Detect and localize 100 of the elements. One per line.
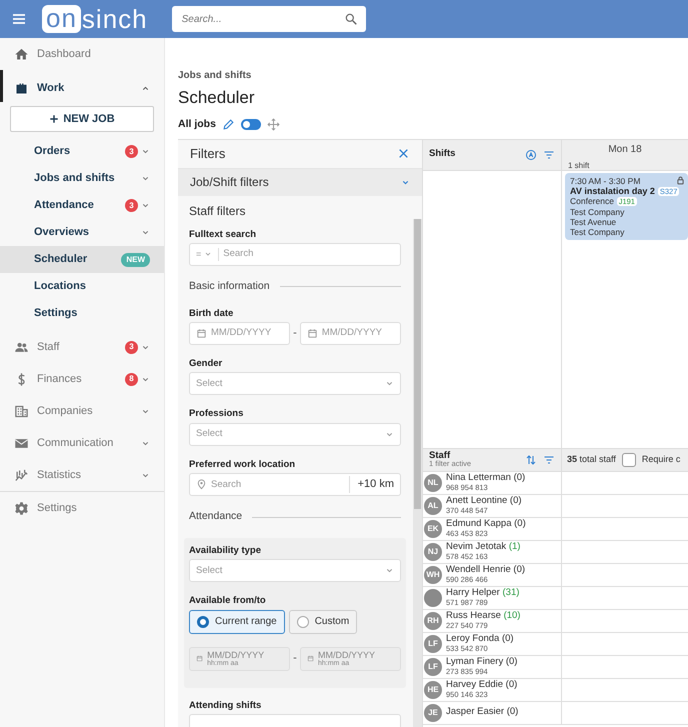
new-job-button[interactable]: NEW JOB xyxy=(10,106,154,132)
radius-value[interactable]: +10 km xyxy=(348,476,394,493)
staff-name[interactable]: Wendell Henrie (0) xyxy=(446,564,526,576)
nav-link[interactable]: Work xyxy=(0,70,164,102)
filter-icon[interactable] xyxy=(543,148,555,160)
nav-link[interactable]: Attendance 3 xyxy=(0,192,164,219)
field-label: Birth date xyxy=(189,308,234,320)
search-input[interactable]: Search xyxy=(223,247,394,262)
avatar-initials: NJ xyxy=(424,542,442,560)
panel-title: Filters xyxy=(190,144,226,163)
date-input[interactable]: MM/DD/YYYY xyxy=(322,326,394,341)
settings-icon xyxy=(14,500,29,516)
radio-option[interactable]: Current range xyxy=(189,610,285,634)
shift-time: 7:30 AM - 3:30 PM xyxy=(570,176,642,186)
staff-name[interactable]: Harvey Eddie (0) xyxy=(446,680,518,691)
toggle-switch[interactable] xyxy=(240,119,261,130)
select-input[interactable]: Select xyxy=(196,564,381,578)
section-heading: Attendance xyxy=(189,509,401,525)
select-input[interactable]: Select xyxy=(196,427,381,442)
accordion-header[interactable]: Job/Shift filters xyxy=(178,168,422,196)
page-title: Scheduler xyxy=(178,87,256,109)
staff-name[interactable]: Russ Hearse (10) xyxy=(446,610,520,622)
menu-icon[interactable] xyxy=(11,11,27,27)
close-icon[interactable] xyxy=(397,147,410,160)
nav-link[interactable]: Statistics xyxy=(0,459,164,491)
nav-link[interactable]: Staff 3 xyxy=(0,331,164,363)
select-field[interactable]: Select xyxy=(189,422,401,446)
column-title: Shifts xyxy=(429,147,456,162)
staff-name[interactable]: Nina Letterman (0) xyxy=(446,472,526,484)
location-pin-icon xyxy=(196,479,207,490)
avatar-initials: LF xyxy=(424,658,442,676)
avatar-initials: NL xyxy=(424,474,442,492)
staff-name[interactable]: Anett Leontine (0) xyxy=(446,496,522,507)
nav-link[interactable]: Communication xyxy=(0,427,164,459)
nav-link[interactable]: Settings xyxy=(0,300,164,327)
field-label: Fulltext search xyxy=(189,228,258,240)
field-label: Professions xyxy=(189,408,244,420)
pencil-icon[interactable] xyxy=(222,118,235,131)
breadcrumb[interactable]: Jobs and shifts xyxy=(178,68,688,83)
new-badge: NEW xyxy=(121,252,150,266)
count-badge: 3 xyxy=(125,145,138,158)
briefcase-icon xyxy=(14,80,29,96)
nav-link[interactable]: Jobs and shifts xyxy=(0,165,164,192)
shift-type: Conference xyxy=(570,196,614,207)
filter-icon[interactable] xyxy=(543,454,555,466)
nav-link[interactable]: Orders 3 xyxy=(0,138,164,165)
scrollbar[interactable] xyxy=(413,218,422,727)
staff-name[interactable]: Harry Helper (31) xyxy=(446,588,520,599)
avatar-initials: JE xyxy=(424,704,442,722)
building-icon xyxy=(14,404,29,418)
staff-name[interactable]: Jasper Easier (0) xyxy=(446,707,518,718)
select-field[interactable]: Select xyxy=(189,372,401,396)
shift-detail: Test Company xyxy=(570,227,626,238)
nav-link[interactable]: Overviews xyxy=(0,219,164,246)
field-label: Available from/to xyxy=(189,595,267,607)
radio-option[interactable]: Custom xyxy=(288,610,358,634)
nav-link[interactable]: Settings xyxy=(0,492,164,524)
checkbox[interactable] xyxy=(622,452,636,466)
staff-name[interactable]: Leroy Fonda (0) xyxy=(446,634,514,645)
search-icon xyxy=(344,12,358,26)
section-title: Staff filters xyxy=(189,202,246,220)
nav-link[interactable]: Scheduler NEW xyxy=(0,246,164,273)
shift-count: 1 shift xyxy=(567,160,590,172)
count-badge: 3 xyxy=(125,199,138,212)
nav-link[interactable]: Companies xyxy=(0,395,164,427)
staff-name[interactable]: Lyman Finery (0) xyxy=(446,656,518,668)
date-input[interactable]: MM/DD/YYYY xyxy=(211,326,284,341)
staff-total: 35 total staff xyxy=(567,452,616,466)
select-input[interactable]: Select xyxy=(196,376,381,392)
section-heading: Basic information xyxy=(189,278,401,295)
field-label: Preferred work location xyxy=(189,458,296,470)
view-name: All jobs xyxy=(178,116,216,132)
select-field[interactable]: Select xyxy=(189,559,401,582)
field-label: Availability type xyxy=(189,544,262,556)
sort-icon[interactable] xyxy=(525,454,537,466)
date-field[interactable]: MM/DD/YYYY xyxy=(189,322,290,346)
chevron-icon xyxy=(204,250,212,258)
staff-name[interactable]: Edmund Kappa (0) xyxy=(446,518,526,530)
search-field[interactable]: Search... xyxy=(172,6,366,32)
circled-a-icon[interactable] xyxy=(525,148,537,160)
count-badge: 8 xyxy=(125,372,138,386)
calendar-icon xyxy=(306,328,318,340)
avatar-initials: HE xyxy=(424,680,442,698)
location-field[interactable]: Search +10 km xyxy=(189,473,401,496)
field-label: Attending shifts xyxy=(189,700,262,712)
home-icon xyxy=(14,46,29,62)
move-icon[interactable] xyxy=(266,118,280,131)
staff-name[interactable]: Nevim Jetotak (1) xyxy=(446,542,520,553)
nav-link[interactable]: Locations xyxy=(0,273,164,300)
nav-link[interactable]: Dashboard xyxy=(0,38,164,70)
column-title: Staff xyxy=(429,450,452,460)
location-input[interactable]: Search xyxy=(211,478,345,492)
avatar-initials: WH xyxy=(424,566,442,584)
plus-icon xyxy=(49,114,60,124)
avatar-initials: RH xyxy=(424,612,442,630)
logo: on sinch xyxy=(42,5,148,33)
nav-link[interactable]: Finances 8 xyxy=(0,363,164,395)
avatar-initials: AL xyxy=(424,496,442,514)
date-field[interactable]: MM/DD/YYYY xyxy=(300,322,402,346)
count-badge: 3 xyxy=(125,340,138,354)
